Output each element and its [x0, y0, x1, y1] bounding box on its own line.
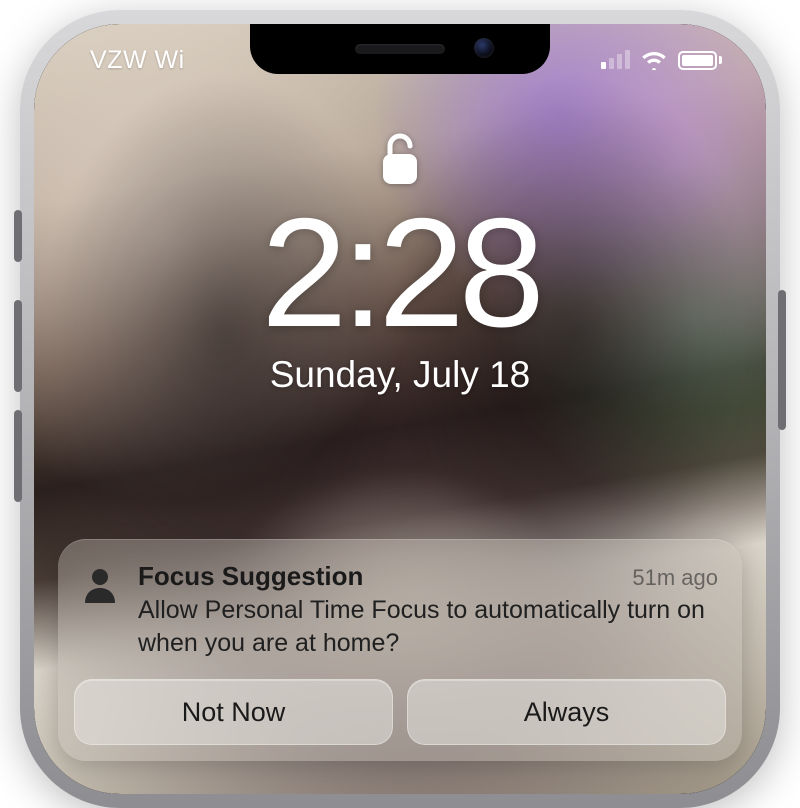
always-button[interactable]: Always: [407, 679, 726, 745]
earpiece-speaker: [355, 44, 445, 54]
notification-message: Allow Personal Time Focus to automatical…: [138, 594, 718, 659]
always-label: Always: [524, 697, 610, 728]
notification-content: Focus Suggestion 51m ago Allow Personal …: [58, 539, 742, 679]
notification-timestamp: 51m ago: [632, 565, 718, 591]
front-camera: [474, 38, 494, 58]
phone-bezel: VZW Wi: [34, 24, 766, 794]
time-label: 2:28: [261, 195, 539, 350]
not-now-button[interactable]: Not Now: [74, 679, 393, 745]
volume-up-button[interactable]: [14, 300, 22, 392]
lock-screen-clock: 2:28 Sunday, July 18: [34, 130, 766, 396]
phone-device-frame: VZW Wi: [20, 10, 780, 808]
power-button[interactable]: [778, 290, 786, 430]
mute-switch[interactable]: [14, 210, 22, 262]
date-label: Sunday, July 18: [270, 354, 531, 396]
notification-title: Focus Suggestion: [138, 561, 363, 592]
cellular-signal-icon: [601, 51, 630, 69]
battery-icon: [678, 51, 722, 70]
wifi-icon: [640, 50, 668, 70]
unlock-icon: [378, 130, 422, 193]
carrier-label: VZW Wi: [90, 46, 185, 75]
notification-card[interactable]: Focus Suggestion 51m ago Allow Personal …: [58, 539, 742, 761]
volume-down-button[interactable]: [14, 410, 22, 502]
person-icon: [80, 561, 120, 659]
status-icons: [601, 50, 722, 70]
display-notch: [250, 24, 550, 74]
not-now-label: Not Now: [182, 697, 286, 728]
notification-body: Focus Suggestion 51m ago Allow Personal …: [138, 561, 718, 659]
lock-screen[interactable]: VZW Wi: [34, 24, 766, 794]
notification-actions: Not Now Always: [58, 679, 742, 761]
